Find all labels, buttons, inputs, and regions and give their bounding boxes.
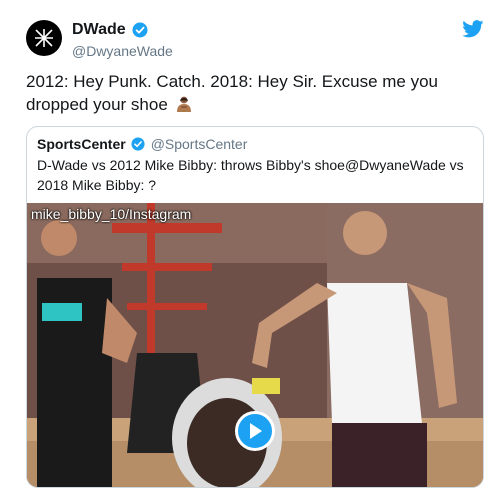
- author-handle[interactable]: @DwyaneWade: [72, 43, 173, 59]
- wade-logo-icon: [35, 29, 53, 47]
- play-button[interactable]: [235, 411, 275, 451]
- twitter-bird-icon[interactable]: [462, 20, 484, 38]
- verified-badge-icon: [132, 22, 148, 38]
- quoted-handle[interactable]: @SportsCenter: [151, 136, 248, 152]
- quoted-tweet-header[interactable]: SportsCenter @SportsCenter: [37, 135, 247, 153]
- display-name[interactable]: DWade: [72, 21, 126, 39]
- avatar[interactable]: [26, 20, 62, 56]
- quoted-tweet-text: D-Wade vs 2012 Mike Bibby: throws Bibby'…: [37, 157, 464, 193]
- play-icon: [250, 423, 262, 439]
- author-header[interactable]: DWade @DwyaneWade: [72, 20, 173, 59]
- quoted-tweet[interactable]: SportsCenter @SportsCenter D-Wade vs 201…: [26, 126, 484, 488]
- media-watermark: mike_bibby_10/Instagram: [31, 206, 192, 222]
- video-thumbnail[interactable]: mike_bibby_10/Instagram: [27, 203, 483, 487]
- tweet-text: 2012: Hey Punk. Catch. 2018: Hey Sir. Ex…: [26, 72, 438, 114]
- verified-badge-icon: [131, 137, 145, 151]
- person-bowing-emoji-icon: [176, 96, 191, 112]
- quoted-display-name[interactable]: SportsCenter: [37, 136, 126, 152]
- tweet-card: DWade @DwyaneWade 2012: Hey Punk. Catch.…: [0, 0, 502, 491]
